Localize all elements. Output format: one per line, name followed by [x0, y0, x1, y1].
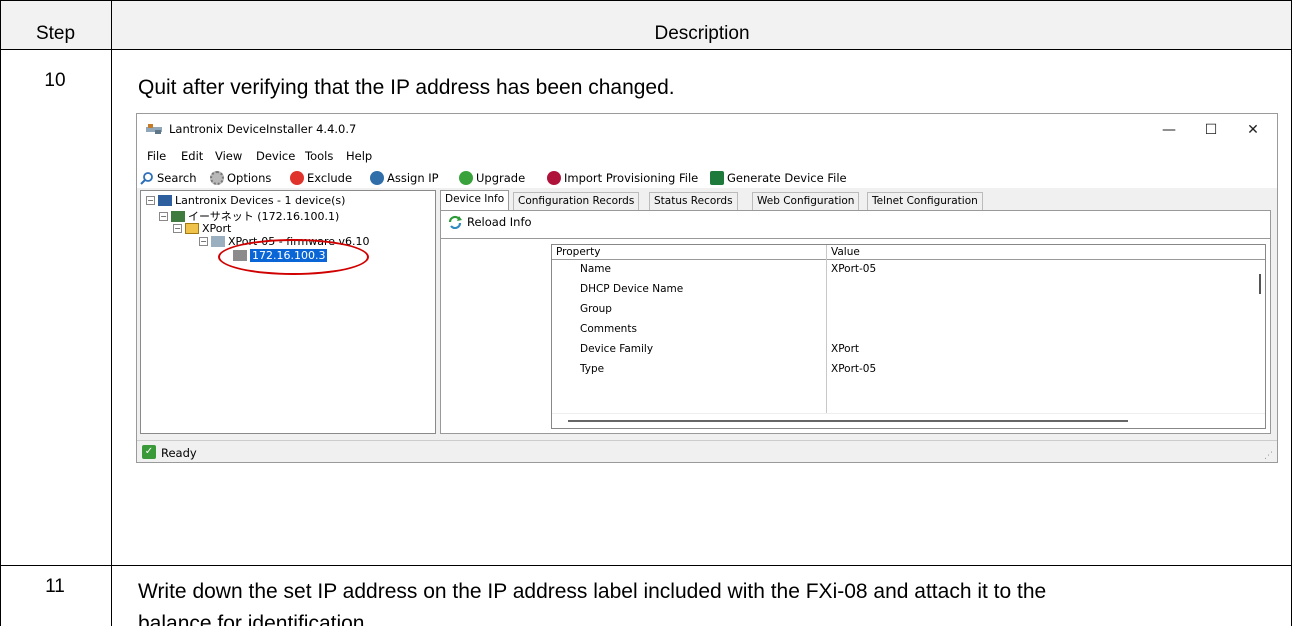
resize-grip-icon[interactable]: ⋰ — [1264, 451, 1273, 461]
lantronix-app-icon — [146, 124, 162, 134]
table-row[interactable]: Name XPort-05 — [552, 261, 1252, 281]
property-value: XPort — [831, 343, 860, 355]
upgrade-button[interactable]: Upgrade — [459, 169, 525, 186]
menu-device[interactable]: Device — [256, 149, 295, 163]
search-label: Search — [157, 170, 197, 185]
import-label: Import Provisioning File — [564, 170, 699, 185]
device-icon — [211, 236, 225, 247]
property-name: DHCP Device Name — [580, 283, 684, 295]
tree-item-root[interactable]: − Lantronix Devices - 1 device(s) — [146, 194, 345, 207]
status-text: Ready — [161, 446, 197, 460]
assign-ip-icon — [370, 170, 384, 185]
header-step: Step — [35, 23, 76, 44]
menu-view[interactable]: View — [215, 149, 242, 163]
header-description: Description — [654, 23, 750, 44]
reload-icon — [448, 215, 462, 229]
tab-status-records[interactable]: Status Records — [649, 192, 738, 210]
menu-edit[interactable]: Edit — [181, 149, 203, 163]
table-row[interactable]: DHCP Device Name — [552, 281, 1252, 301]
property-name: Group — [580, 303, 612, 315]
step-instruction: Write down the set IP address on the IP … — [138, 580, 1047, 603]
search-button[interactable]: Search — [140, 169, 197, 186]
collapse-icon[interactable]: − — [199, 237, 208, 246]
table-row[interactable]: Device Family XPort — [552, 341, 1252, 361]
menu-bar: File Edit View Device Tools Help — [137, 146, 1277, 166]
highlight-ellipse — [218, 239, 369, 275]
property-name: Device Family — [580, 343, 654, 355]
status-bar: ✓ Ready ⋰ — [137, 440, 1277, 462]
exclude-icon — [290, 170, 304, 185]
property-grid[interactable]: Property Value Name XPort-05 DHCP Device… — [551, 244, 1266, 429]
upgrade-icon — [459, 170, 473, 185]
exclude-label: Exclude — [307, 170, 353, 185]
step-instruction-continued: balance for identification. — [138, 612, 371, 626]
tab-telnet-configuration[interactable]: Telnet Configuration — [867, 192, 983, 210]
horizontal-scrollbar[interactable] — [552, 413, 1265, 428]
title-bar[interactable]: Lantronix DeviceInstaller 4.4.0.7 — ☐ ✕ — [137, 114, 1277, 146]
step-instruction: Quit after verifying that the IP address… — [138, 76, 675, 99]
import-icon — [547, 170, 561, 185]
options-button[interactable]: Options — [210, 169, 271, 186]
tree-label-group: XPort — [202, 222, 232, 235]
device-tree[interactable]: − Lantronix Devices - 1 device(s) − イーサネ… — [140, 190, 436, 434]
generate-label: Generate Device File — [727, 170, 847, 185]
collapse-icon[interactable]: − — [173, 224, 182, 233]
options-label: Options — [227, 170, 272, 185]
upgrade-label: Upgrade — [476, 170, 526, 185]
deviceinstaller-window: Lantronix DeviceInstaller 4.4.0.7 — ☐ ✕ … — [136, 113, 1278, 463]
generate-device-file-button[interactable]: Generate Device File — [710, 169, 847, 186]
folder-icon — [185, 223, 199, 234]
exclude-button[interactable]: Exclude — [290, 169, 352, 186]
reload-info-label: Reload Info — [467, 215, 532, 229]
property-name: Comments — [580, 323, 637, 335]
property-value: XPort-05 — [831, 363, 877, 375]
table-row[interactable]: Comments — [552, 321, 1252, 341]
tab-configuration-records[interactable]: Configuration Records — [513, 192, 640, 210]
property-name: Type — [580, 363, 605, 375]
tree-item-group[interactable]: − XPort — [173, 222, 231, 235]
gear-icon — [210, 170, 224, 185]
column-header-value[interactable]: Value — [831, 246, 860, 258]
table-row[interactable]: Type XPort-05 — [552, 361, 1252, 381]
grid-header: Property Value — [552, 245, 1265, 260]
collapse-icon[interactable]: − — [146, 196, 155, 205]
property-name: Name — [580, 263, 611, 275]
window-title: Lantronix DeviceInstaller 4.4.0.7 — [169, 122, 357, 136]
import-provisioning-button[interactable]: Import Provisioning File — [547, 169, 698, 186]
check-icon: ✓ — [142, 445, 156, 459]
tree-label-root: Lantronix Devices - 1 device(s) — [175, 194, 346, 207]
table-row[interactable]: Group — [552, 301, 1252, 321]
step-number: 10 — [44, 70, 66, 91]
vertical-scrollbar[interactable] — [1251, 260, 1265, 414]
menu-file[interactable]: File — [147, 149, 166, 163]
tab-device-info[interactable]: Device Info — [440, 190, 510, 211]
network-icon — [171, 210, 185, 222]
column-header-property[interactable]: Property — [556, 246, 600, 258]
devices-icon — [158, 195, 172, 206]
menu-help[interactable]: Help — [346, 149, 372, 163]
toolbar: Search Options Exclude Assign IP Upgrade… — [137, 166, 1277, 188]
menu-tools[interactable]: Tools — [305, 149, 333, 163]
excel-icon — [710, 170, 724, 185]
reload-info-button[interactable]: Reload Info — [447, 215, 532, 229]
device-info-panel: Reload Info Property Value Name XPort-05… — [440, 210, 1271, 434]
search-icon — [140, 171, 153, 185]
assign-ip-label: Assign IP — [387, 170, 439, 185]
tab-web-configuration[interactable]: Web Configuration — [752, 192, 860, 210]
property-value: XPort-05 — [831, 263, 877, 275]
assign-ip-button[interactable]: Assign IP — [370, 169, 439, 186]
maximize-button[interactable]: ☐ — [1191, 118, 1231, 142]
minimize-button[interactable]: — — [1149, 118, 1189, 142]
close-button[interactable]: ✕ — [1233, 118, 1273, 142]
step-number: 11 — [45, 576, 65, 597]
collapse-icon[interactable]: − — [159, 211, 168, 221]
